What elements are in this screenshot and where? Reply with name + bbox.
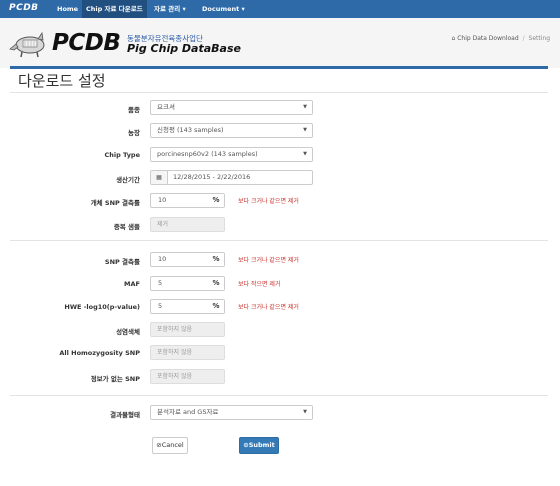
sex-chromosome-field: 포함하지 않음 — [150, 322, 225, 337]
chevron-down-icon: ▼ — [303, 409, 307, 415]
nav-document[interactable]: Document ▾ — [198, 0, 249, 18]
percent-addon: % — [208, 300, 224, 313]
submit-button[interactable]: ⊙Submit — [239, 437, 279, 454]
duplicate-sample-label: 중복 샘플 — [113, 223, 140, 231]
all-homozygosity-label: All Homozygosity SNP — [59, 349, 140, 357]
production-period-value: 12/28/2015 - 2/22/2016 — [173, 173, 251, 181]
result-format-select[interactable]: 분석자료 and GS자료 ▼ — [150, 405, 313, 420]
divider — [10, 395, 548, 396]
page-title: 다운로드 설정 — [18, 72, 106, 90]
snp-missing-value: 10 — [158, 255, 167, 263]
chevron-down-icon: ▼ — [303, 127, 307, 133]
maf-label: MAF — [124, 280, 140, 288]
individual-snp-missing-label: 개체 SNP 결측률 — [90, 199, 140, 207]
nav-chip-download[interactable]: Chip 자료 다운로드 — [82, 0, 147, 18]
hwe-input[interactable]: 5 % — [150, 299, 225, 314]
logo-title: PCDB — [52, 30, 121, 56]
no-info-snp-field: 포함하지 않음 — [150, 369, 225, 384]
production-period-input[interactable]: ▦ 12/28/2015 - 2/22/2016 — [150, 170, 313, 185]
home-icon[interactable]: ⌂ — [451, 35, 455, 42]
farm-label: 농장 — [128, 129, 140, 137]
farm-select[interactable]: 신청평 (143 samples) ▼ — [150, 123, 313, 138]
top-navbar: PCDB Home Chip 자료 다운로드 자료 관리 ▾ Document … — [0, 0, 560, 18]
breed-label: 품종 — [128, 106, 140, 114]
calendar-icon[interactable]: ▦ — [151, 171, 168, 184]
sex-chromosome-label: 성염색체 — [116, 328, 140, 336]
logo-subtitle: Pig Chip DataBase — [127, 42, 241, 55]
hwe-hint: 보다 크거나 같으면 제거 — [238, 304, 299, 311]
individual-snp-missing-input[interactable]: 10 % — [150, 193, 225, 208]
duplicate-sample-field: 제거 — [150, 217, 225, 232]
snp-missing-input[interactable]: 10 % — [150, 252, 225, 267]
submit-label: Submit — [248, 441, 275, 449]
percent-addon: % — [208, 277, 224, 290]
breed-select[interactable]: 요크셔 ▼ — [150, 100, 313, 115]
chevron-down-icon: ▼ — [303, 104, 307, 110]
snp-missing-hint: 보다 크거나 같으면 제거 — [238, 257, 299, 264]
hwe-label: HWE -log10(p-value) — [64, 303, 140, 311]
all-homozygosity-field: 포함하지 않음 — [150, 345, 225, 360]
breadcrumb-separator: / — [522, 35, 525, 42]
result-format-select-value: 분석자료 and GS자료 — [157, 408, 219, 416]
cancel-label: Cancel — [161, 441, 184, 449]
nav-brand[interactable]: PCDB — [9, 3, 39, 13]
individual-snp-missing-value: 10 — [158, 196, 167, 204]
percent-addon: % — [208, 194, 224, 207]
nav-home[interactable]: Home — [53, 0, 82, 18]
chip-type-select-value: porcinesnp60v2 (143 samples) — [157, 150, 258, 158]
nav-data-management[interactable]: 자료 관리 ▾ — [150, 0, 190, 18]
chip-type-select[interactable]: porcinesnp60v2 (143 samples) ▼ — [150, 147, 313, 162]
individual-snp-missing-hint: 보다 크거나 같으면 제거 — [238, 198, 299, 205]
breadcrumb: ⌂ Chip Data Download / Setting — [451, 35, 550, 42]
chip-type-label: Chip Type — [104, 151, 140, 159]
pig-logo-icon — [9, 31, 45, 58]
maf-input[interactable]: 5 % — [150, 276, 225, 291]
snp-missing-label: SNP 결측률 — [104, 258, 140, 266]
result-format-label: 결과물형태 — [110, 411, 140, 419]
chevron-down-icon: ▼ — [303, 151, 307, 157]
breed-select-value: 요크셔 — [157, 103, 175, 111]
hwe-value: 5 — [158, 302, 163, 310]
divider — [10, 92, 548, 93]
maf-hint: 보다 작으면 제거 — [238, 281, 281, 288]
production-period-label: 생산기간 — [116, 176, 140, 184]
breadcrumb-item-setting: Setting — [528, 35, 550, 42]
divider — [10, 240, 548, 241]
no-info-snp-label: 정보가 없는 SNP — [90, 375, 140, 383]
farm-select-value: 신청평 (143 samples) — [157, 126, 224, 134]
cancel-button[interactable]: ⊘Cancel — [152, 437, 188, 454]
maf-value: 5 — [158, 279, 163, 287]
percent-addon: % — [208, 253, 224, 266]
breadcrumb-item-chip-download[interactable]: Chip Data Download — [457, 35, 518, 42]
